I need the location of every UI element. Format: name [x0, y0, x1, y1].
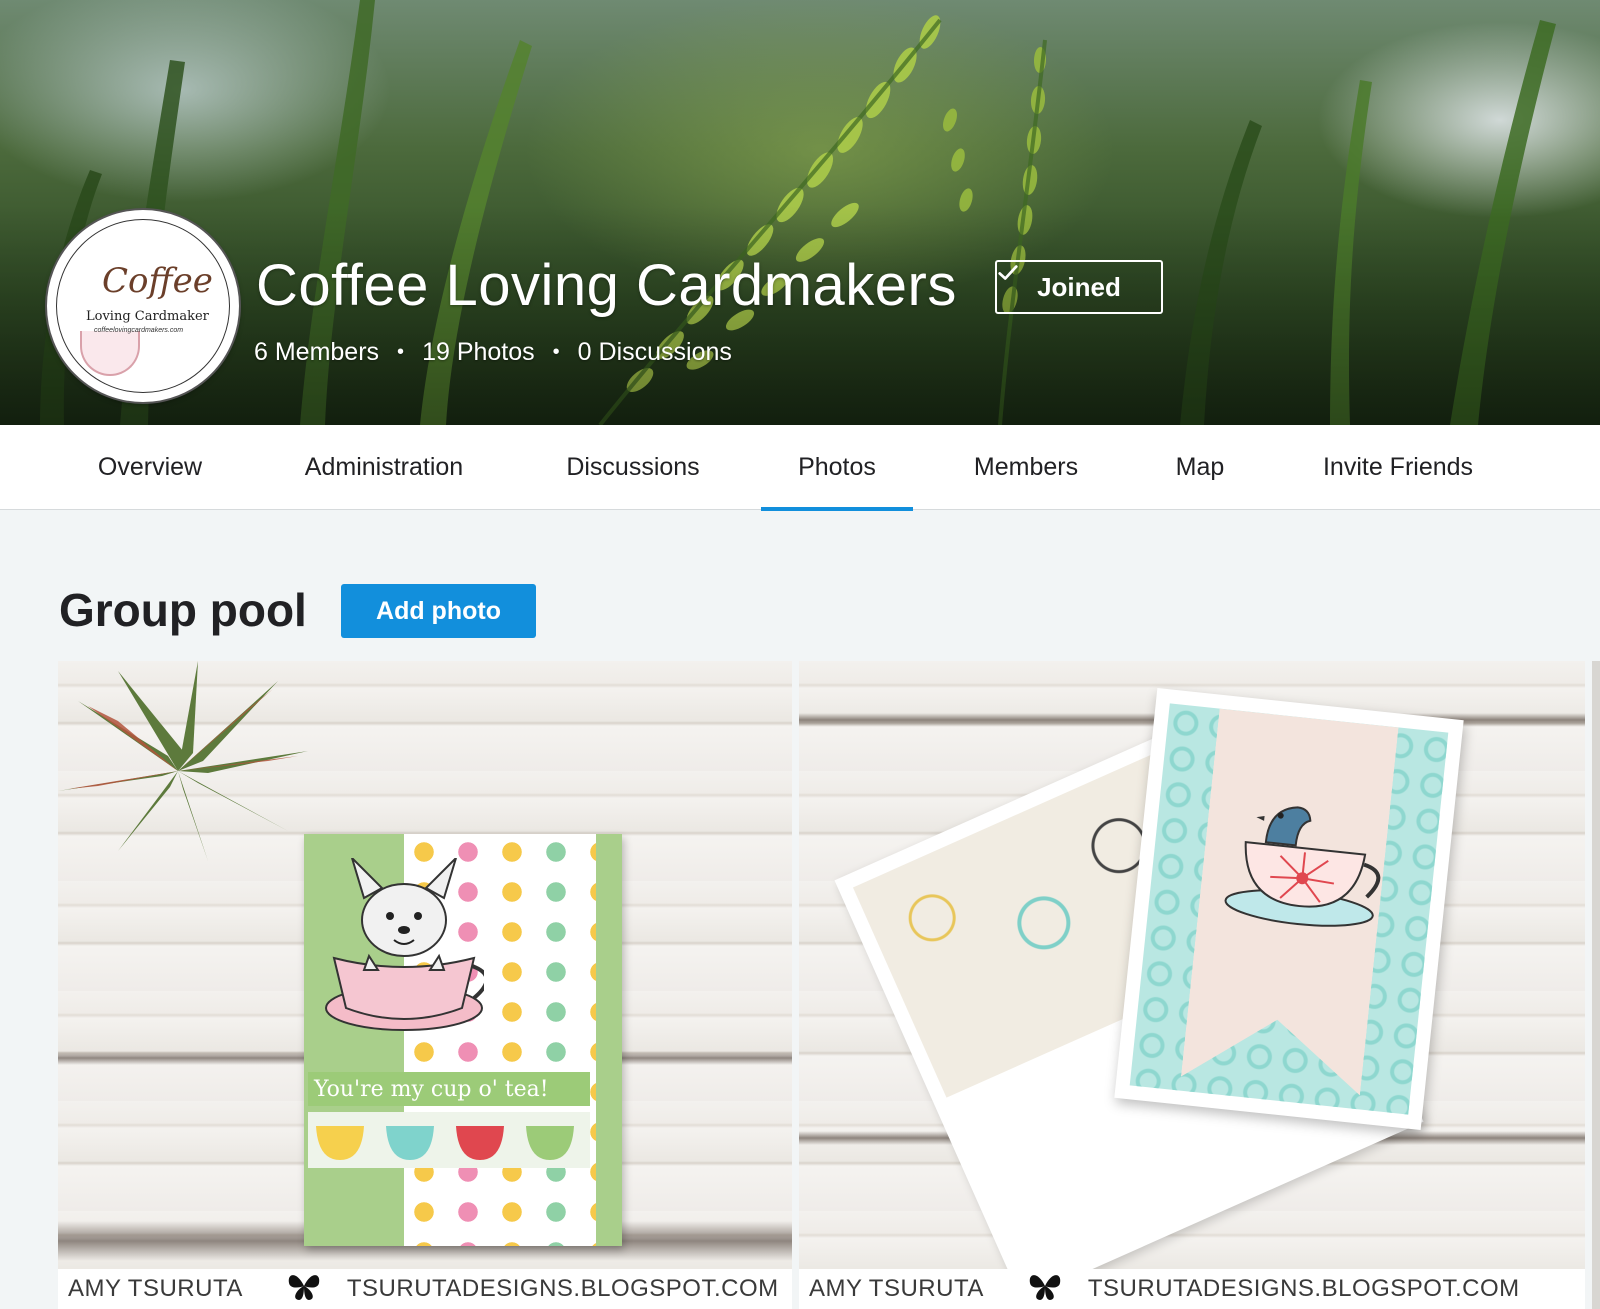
card-sentiment-banner: You're my cup o' tea! — [308, 1072, 590, 1106]
tab-members[interactable]: Members — [952, 425, 1100, 510]
photo-author: AMY TSURUTA — [68, 1275, 243, 1302]
group-avatar[interactable]: Coffee Loving Cardmaker coffeelovingcard… — [47, 210, 239, 402]
tab-overview[interactable]: Overview — [58, 425, 242, 510]
avatar-logo-text-3: coffeelovingcardmakers.com — [94, 327, 184, 334]
group-pool-title: Group pool — [59, 584, 307, 636]
check-icon — [998, 265, 1018, 280]
photo-tile[interactable] — [1592, 661, 1600, 1309]
group-stats: 6 Members • 19 Photos • 0 Discussions — [254, 338, 732, 367]
photo-site: TSURUTADESIGNS.BLOGSPOT.COM — [346, 1275, 779, 1302]
avatar-ring — [56, 219, 230, 393]
discussions-count[interactable]: 0 Discussions — [578, 338, 732, 367]
photo-tile[interactable]: AMY TSURUTA TSURUTADESIGNS.BLOGSPOT.COM — [799, 661, 1585, 1309]
tab-discussions[interactable]: Discussions — [540, 425, 726, 510]
card-teacup-bird — [1114, 688, 1464, 1130]
card-cup-o-tea: You're my cup o' tea! — [304, 834, 622, 1246]
photo-tile[interactable]: You're my cup o' tea! AMY TSURUTA TSURUT… — [58, 661, 792, 1309]
butterfly-icon — [1028, 1271, 1062, 1308]
joined-label: Joined — [1037, 271, 1121, 302]
tab-photos[interactable]: Photos — [761, 425, 913, 511]
tab-administration[interactable]: Administration — [277, 425, 491, 510]
avatar-logo-text-2: Loving Cardmaker — [86, 309, 209, 324]
teacup-bird-image — [1224, 806, 1381, 927]
teal-pattern-mat — [1129, 703, 1449, 1115]
add-photo-button[interactable]: Add photo — [341, 584, 536, 638]
teacup-row-image — [308, 1112, 590, 1168]
photo-caption: AMY TSURUTA TSURUTADESIGNS.BLOGSPOT.COM — [58, 1269, 792, 1309]
tab-map[interactable]: Map — [1150, 425, 1250, 510]
butterfly-icon — [287, 1271, 321, 1308]
stats-separator: • — [397, 341, 405, 363]
avatar-logo-text-1: Coffee — [102, 261, 213, 301]
joined-button[interactable]: Joined — [995, 260, 1163, 314]
puppy-in-teacup-image — [325, 858, 484, 1031]
members-count[interactable]: 6 Members — [254, 338, 379, 367]
group-tab-bar: Overview Administration Discussions Phot… — [0, 425, 1600, 511]
succulent-plant-image — [58, 661, 308, 861]
group-title: Coffee Loving Cardmakers — [256, 253, 957, 318]
photo-author: AMY TSURUTA — [809, 1275, 984, 1302]
photo-site: TSURUTADESIGNS.BLOGSPOT.COM — [1087, 1275, 1520, 1302]
group-cover: Coffee Loving Cardmaker coffeelovingcard… — [0, 0, 1600, 425]
photo-caption: AMY TSURUTA TSURUTADESIGNS.BLOGSPOT.COM — [799, 1269, 1585, 1309]
stats-separator: • — [552, 341, 560, 363]
photos-count[interactable]: 19 Photos — [422, 338, 535, 367]
tab-invite-friends[interactable]: Invite Friends — [1300, 425, 1496, 510]
